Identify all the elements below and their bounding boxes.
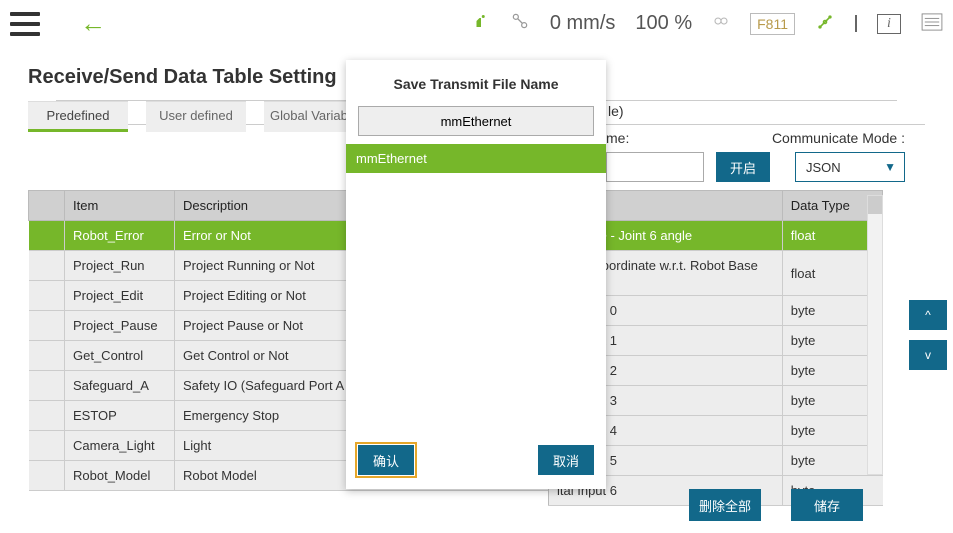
topbar: ← 0 mm/s 100 % F811 i (0, 0, 953, 48)
modal-ok-button[interactable]: 确认 (358, 445, 414, 475)
row-blank (29, 431, 65, 461)
info-icon[interactable]: i (877, 14, 901, 34)
list-icon[interactable] (921, 13, 943, 34)
modal-title: Save Transmit File Name (346, 60, 606, 106)
row-item: Robot_Error (65, 221, 175, 251)
row-blank (29, 311, 65, 341)
open-button[interactable]: 开启 (716, 152, 770, 182)
row-blank (29, 371, 65, 401)
save-file-modal: Save Transmit File Name mmEthernet 确认 取消 (346, 60, 606, 489)
file-name-input[interactable] (606, 152, 704, 182)
right-scrollbar[interactable] (867, 195, 883, 475)
comm-mode-select[interactable]: JSON ▼ (795, 152, 905, 182)
row-blank (29, 461, 65, 491)
comm-mode-label: Communicate Mode : (772, 130, 905, 146)
comm-mode-value: JSON (806, 160, 841, 175)
row-item: Camera_Light (65, 431, 175, 461)
save-button[interactable]: 储存 (791, 489, 863, 521)
row-item: Get_Control (65, 341, 175, 371)
back-arrow-icon[interactable]: ← (80, 8, 106, 39)
robot-status-icon (472, 12, 490, 35)
scrollbar-thumb[interactable] (868, 196, 882, 214)
page-up-button[interactable]: ^ (909, 300, 947, 330)
connector-icon[interactable] (815, 12, 835, 35)
speed-value: 0 mm/s (550, 12, 616, 35)
row-blank (29, 341, 65, 371)
row-item: Project_Edit (65, 281, 175, 311)
dock-icon[interactable] (855, 16, 857, 31)
row-item: ESTOP (65, 401, 175, 431)
error-code[interactable]: F811 (750, 13, 795, 35)
modal-filename-input[interactable] (358, 106, 594, 136)
left-col-item: Item (65, 191, 175, 221)
menu-icon[interactable] (10, 12, 40, 36)
left-col-blank (29, 191, 65, 221)
row-blank (29, 251, 65, 281)
right-panel-title-fragment: le) (608, 103, 624, 119)
file-name-label-fragment: me: (606, 130, 629, 146)
modal-list-item[interactable]: mmEthernet (346, 144, 606, 173)
row-item: Robot_Model (65, 461, 175, 491)
row-blank (29, 401, 65, 431)
row-blank (29, 221, 65, 251)
modal-body-space (346, 173, 606, 435)
row-blank (29, 281, 65, 311)
row-item: Project_Run (65, 251, 175, 281)
tab-predefined[interactable]: Predefined (28, 101, 128, 132)
row-item: Project_Pause (65, 311, 175, 341)
modal-cancel-button[interactable]: 取消 (538, 445, 594, 475)
delete-all-button[interactable]: 删除全部 (689, 489, 761, 521)
row-item: Safeguard_A (65, 371, 175, 401)
link-icon (712, 12, 730, 35)
speed-icon (510, 11, 530, 36)
percent-value: 100 % (635, 12, 692, 35)
chevron-down-icon: ▼ (884, 160, 896, 174)
page-down-button[interactable]: v (909, 340, 947, 370)
tab-user-defined[interactable]: User defined (146, 101, 246, 132)
